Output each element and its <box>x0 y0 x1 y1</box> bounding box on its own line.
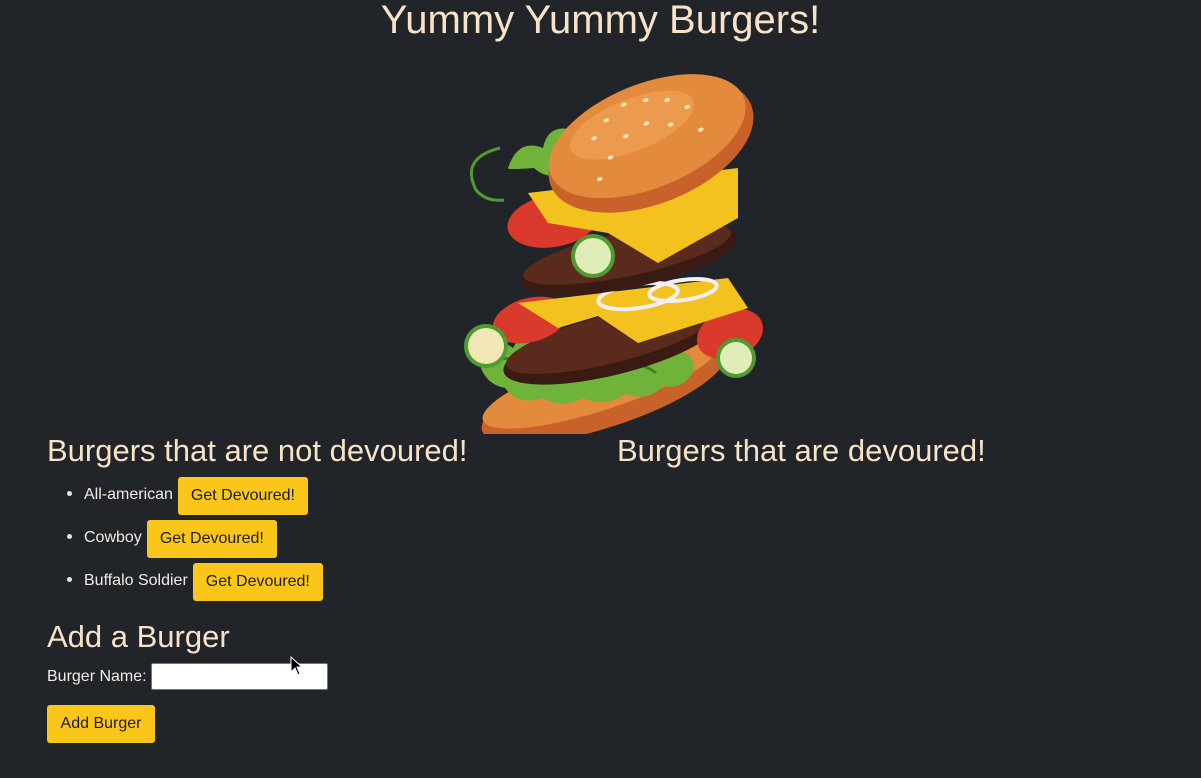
not-devoured-list: All-american Get Devoured! Cowboy Get De… <box>47 475 323 604</box>
page-title: Yummy Yummy Burgers! <box>380 0 821 42</box>
add-burger-button[interactable]: Add Burger <box>47 705 155 743</box>
devoured-heading: Burgers that are devoured! <box>617 433 986 468</box>
add-burger-heading: Add a Burger <box>47 619 230 654</box>
get-devoured-button[interactable]: Get Devoured! <box>146 520 277 558</box>
page: Yummy Yummy Burgers! Burgers that are no… <box>0 0 1201 778</box>
get-devoured-button[interactable]: Get Devoured! <box>177 477 308 515</box>
burger-name: Cowboy <box>84 529 142 546</box>
burger-name: Buffalo Soldier <box>84 572 188 589</box>
list-item: Buffalo Soldier Get Devoured! <box>47 561 323 604</box>
not-devoured-heading: Burgers that are not devoured! <box>47 433 468 468</box>
list-item: All-american Get Devoured! <box>47 475 323 518</box>
burger-name-label: Burger Name: <box>47 667 147 685</box>
get-devoured-button[interactable]: Get Devoured! <box>192 563 323 601</box>
burger-illustration <box>464 74 763 434</box>
burger-name-row: Burger Name: <box>47 663 328 690</box>
bullet-icon <box>67 534 72 539</box>
bullet-icon <box>67 577 72 582</box>
list-item: Cowboy Get Devoured! <box>47 518 323 561</box>
bullet-icon <box>67 491 72 496</box>
mouse-cursor-icon <box>290 656 304 676</box>
burger-name: All-american <box>84 486 173 503</box>
